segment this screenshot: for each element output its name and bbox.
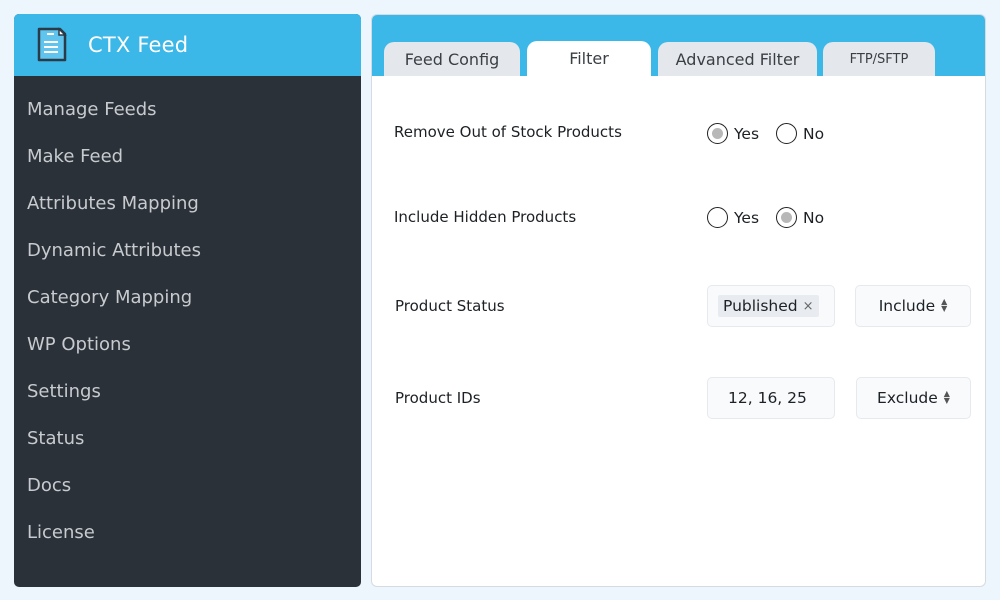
tag-label: Published xyxy=(723,297,798,315)
remove-tag-icon[interactable]: × xyxy=(803,299,814,314)
remove-out-of-stock-radio-group: Yes No xyxy=(707,123,841,144)
tab-advanced-filter[interactable]: Advanced Filter xyxy=(658,42,817,76)
product-status-label: Product Status xyxy=(395,297,505,315)
remove-out-of-stock-label: Remove Out of Stock Products xyxy=(394,123,622,141)
sidebar-item-status[interactable]: Status xyxy=(14,415,361,462)
radio-circle xyxy=(707,123,728,144)
select-value: Include xyxy=(878,297,936,315)
sidebar-item-attributes-mapping[interactable]: Attributes Mapping xyxy=(14,180,361,227)
include-hidden-yes-radio[interactable]: Yes xyxy=(707,207,759,228)
tab-filter[interactable]: Filter xyxy=(527,41,651,76)
sidebar-item-docs[interactable]: Docs xyxy=(14,462,361,509)
radio-selected-dot xyxy=(712,128,723,139)
product-ids-label: Product IDs xyxy=(395,389,481,407)
tab-ftp-sftp[interactable]: FTP/SFTP xyxy=(823,42,935,76)
radio-label-yes: Yes xyxy=(734,124,760,143)
sidebar-menu: Manage Feeds Make Feed Attributes Mappin… xyxy=(14,76,361,556)
include-hidden-label: Include Hidden Products xyxy=(394,208,577,226)
radio-label-yes: Yes xyxy=(734,208,760,227)
radio-circle xyxy=(707,207,728,228)
tab-bar: Feed Config Filter Advanced Filter FTP/S… xyxy=(372,15,985,76)
sidebar-item-make-feed[interactable]: Make Feed xyxy=(14,133,361,180)
sidebar-item-dynamic-attributes[interactable]: Dynamic Attributes xyxy=(14,227,361,274)
remove-out-of-stock-no-radio[interactable]: No xyxy=(776,123,824,144)
product-ids-mode-select[interactable]: Exclude ▲ ▼ xyxy=(856,377,971,419)
app-title: CTX Feed xyxy=(88,33,189,57)
tab-feed-config[interactable]: Feed Config xyxy=(384,42,520,76)
main-panel: Feed Config Filter Advanced Filter FTP/S… xyxy=(371,14,986,587)
sidebar-item-settings[interactable]: Settings xyxy=(14,368,361,415)
sidebar-item-license[interactable]: License xyxy=(14,509,361,556)
sort-arrows-icon: ▲ ▼ xyxy=(941,297,948,313)
radio-circle xyxy=(776,123,798,144)
radio-circle xyxy=(776,207,798,228)
sort-arrows-icon: ▲ ▼ xyxy=(943,389,950,405)
radio-label-no: No xyxy=(803,124,825,143)
brand-header: CTX Feed xyxy=(14,14,361,76)
product-status-multiselect[interactable]: Published × xyxy=(707,285,835,327)
radio-selected-dot xyxy=(781,212,793,223)
include-hidden-radio-group: Yes No xyxy=(707,207,841,228)
product-status-mode-select[interactable]: Include ▲ ▼ xyxy=(855,285,971,327)
remove-out-of-stock-yes-radio[interactable]: Yes xyxy=(707,123,759,144)
include-hidden-no-radio[interactable]: No xyxy=(776,207,824,228)
product-ids-value: 12, 16, 25 xyxy=(728,389,807,407)
status-tag-published: Published × xyxy=(718,295,819,317)
radio-label-no: No xyxy=(803,208,825,227)
sidebar-item-category-mapping[interactable]: Category Mapping xyxy=(14,274,361,321)
sidebar-item-wp-options[interactable]: WP Options xyxy=(14,321,361,368)
document-icon xyxy=(37,27,67,62)
select-value: Exclude xyxy=(877,389,938,407)
sidebar: CTX Feed Manage Feeds Make Feed Attribut… xyxy=(14,14,361,587)
product-ids-input[interactable]: 12, 16, 25 xyxy=(707,377,835,419)
sidebar-item-manage-feeds[interactable]: Manage Feeds xyxy=(14,86,361,133)
